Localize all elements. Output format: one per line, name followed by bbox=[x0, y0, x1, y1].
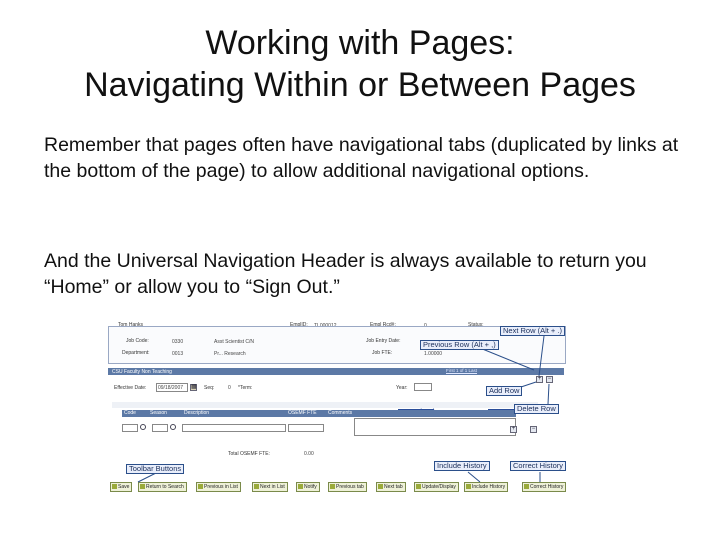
slide-title-line-2: Navigating Within or Between Pages bbox=[84, 66, 636, 104]
previous-row-line bbox=[479, 347, 535, 371]
delete-row-line bbox=[547, 383, 550, 405]
peoplesoft-screenshot: Tom Hanks EmplID: TL000012 Empl Rcd#: 0 … bbox=[108, 318, 588, 498]
callout-add-row: Add Row bbox=[486, 386, 523, 396]
callout-previous-row: Previous Row (Alt + ,) bbox=[420, 340, 499, 350]
slide-title-line-1: Working with Pages: bbox=[205, 24, 515, 62]
callout-next-row: Next Row (Alt + .) bbox=[500, 326, 565, 336]
include-history-line bbox=[467, 471, 481, 483]
body-paragraph-header: And the Universal Navigation Header is a… bbox=[44, 250, 647, 298]
callout-toolbar-buttons: Toolbar Buttons bbox=[126, 464, 185, 474]
body-paragraph-tabs: Remember that pages often have navigatio… bbox=[44, 134, 679, 182]
callout-include-history: Include History bbox=[434, 461, 490, 471]
callout-delete-row: Delete Row bbox=[514, 404, 559, 414]
next-row-line bbox=[538, 335, 545, 377]
slide-title: Working with Pages: Navigating Within or… bbox=[0, 22, 720, 106]
callout-correct-history: Correct History bbox=[510, 461, 567, 471]
